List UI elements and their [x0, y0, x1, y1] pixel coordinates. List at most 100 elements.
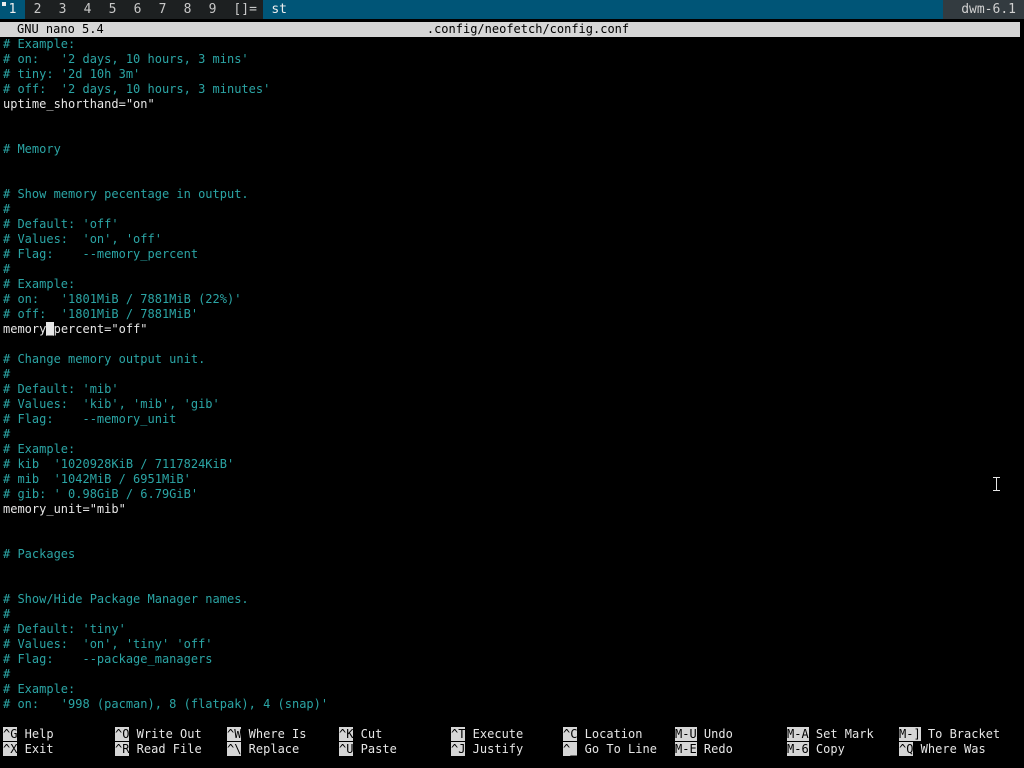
comment-line: # Default: 'mib' — [3, 382, 119, 396]
shortcut-key: ^G — [3, 727, 18, 741]
shortcut-row-1: ^G Help ^O Write Out ^W Where Is ^K Cut ^T E… — [3, 727, 1018, 742]
comment-line: # Change memory output unit. — [3, 352, 206, 366]
shortcut-exit[interactable]: ^X Exit — [3, 742, 54, 757]
shortcut-bar: ^G Help ^O Write Out ^W Where Is ^K Cut ^T E… — [3, 727, 1018, 757]
comment-line: # Values: 'on', 'tiny' 'off' — [3, 637, 213, 651]
tag-8[interactable]: 8 — [175, 0, 200, 19]
shortcut-key: ^X — [3, 742, 18, 756]
shortcut-key: ^C — [563, 727, 578, 741]
tag-2[interactable]: 2 — [25, 0, 50, 19]
shortcut-label: Where Is — [241, 727, 307, 741]
shortcut-redo[interactable]: M-E Redo — [675, 742, 733, 757]
comment-line — [3, 172, 1018, 187]
comment-line: # Example: — [3, 277, 76, 291]
shortcut-label: Redo — [696, 742, 733, 756]
tag-7[interactable]: 7 — [150, 0, 175, 19]
shortcut-label: Cut — [353, 727, 383, 741]
shortcut-undo[interactable]: M-U Undo — [675, 727, 733, 742]
comment-line — [3, 532, 1018, 547]
comment-line — [3, 517, 1018, 532]
shortcut-where-was[interactable]: ^Q Where Was — [899, 742, 986, 757]
comment-line: # Show/Hide Package Manager names. — [3, 592, 249, 606]
shortcut-label: To Bracket — [920, 727, 1001, 741]
comment-line: # kib '1020928KiB / 7117824KiB' — [3, 457, 235, 471]
shortcut-read-file[interactable]: ^R Read File — [115, 742, 202, 757]
shortcut-label: Location — [577, 727, 643, 741]
shortcut-label: Justify — [465, 742, 524, 756]
shortcut-where-is[interactable]: ^W Where Is — [227, 727, 306, 742]
comment-line: # Show memory pecentage in output. — [3, 187, 249, 201]
comment-line: # Flag: --memory_unit — [3, 412, 177, 426]
shortcut-label: Where Was — [913, 742, 986, 756]
shortcut-to-bracket[interactable]: M-] To Bracket — [899, 727, 1000, 742]
tag-6[interactable]: 6 — [125, 0, 150, 19]
shortcut-replace[interactable]: ^\ Replace — [227, 742, 299, 757]
comment-line: # on: '2 days, 10 hours, 3 mins' — [3, 52, 249, 66]
shortcut-key: ^W — [227, 727, 242, 741]
shortcut-label: Exit — [17, 742, 54, 756]
comment-line — [3, 577, 1018, 592]
comment-line: # — [3, 202, 11, 216]
shortcut-label: Go To Line — [577, 742, 657, 756]
shortcut-cut[interactable]: ^K Cut — [339, 727, 382, 742]
shortcut-label: Read File — [129, 742, 202, 756]
shortcut-key: M-] — [899, 727, 921, 741]
shortcut-label: Execute — [465, 727, 524, 741]
comment-line — [3, 157, 1018, 172]
shortcut-label: Set Mark — [808, 727, 874, 741]
comment-line: # mib '1042MiB / 6951MiB' — [3, 472, 191, 486]
comment-line: # Flag: --package_managers — [3, 652, 213, 666]
comment-line — [3, 337, 1018, 352]
comment-line: # Example: — [3, 37, 76, 51]
comment-line: # on: '998 (pacman), 8 (flatpak), 4 (sna… — [3, 697, 329, 711]
dwm-bar: 123456789 []= st dwm-6.1 — [0, 0, 1024, 19]
shortcut-location[interactable]: ^C Location — [563, 727, 642, 742]
shortcut-key: ^\ — [227, 742, 242, 756]
shortcut-key: M-U — [675, 727, 697, 741]
comment-line: # Default: 'tiny' — [3, 622, 126, 636]
shortcut-paste[interactable]: ^U Paste — [339, 742, 397, 757]
comment-line — [3, 562, 1018, 577]
status-text: dwm-6.1 — [943, 0, 1024, 19]
comment-line: # Example: — [3, 442, 76, 456]
text-ibeam-icon — [993, 477, 1000, 491]
tag-9[interactable]: 9 — [200, 0, 225, 19]
shortcut-copy[interactable]: M-6 Copy — [787, 742, 845, 757]
config-line: memory_unit="mib" — [3, 502, 126, 516]
shortcut-write-out[interactable]: ^O Write Out — [115, 727, 202, 742]
shortcut-label: Help — [17, 727, 54, 741]
tag-list: 123456789 — [0, 0, 225, 19]
comment-line: # — [3, 607, 11, 621]
tag-4[interactable]: 4 — [75, 0, 100, 19]
shortcut-set-mark[interactable]: M-A Set Mark — [787, 727, 874, 742]
layout-indicator[interactable]: []= — [225, 0, 263, 19]
comment-line: # off: '2 days, 10 hours, 3 minutes' — [3, 82, 271, 96]
shortcut-help[interactable]: ^G Help — [3, 727, 54, 742]
comment-line: # Values: 'on', 'off' — [3, 232, 162, 246]
shortcut-key: ^J — [451, 742, 466, 756]
tag-1[interactable]: 1 — [0, 0, 25, 19]
comment-line: # Flag: --memory_percent — [3, 247, 199, 261]
shortcut-key: ^R — [115, 742, 130, 756]
shortcut-key: M-A — [787, 727, 809, 741]
editor-area[interactable]: # Example: # on: '2 days, 10 hours, 3 min… — [3, 37, 1018, 720]
shortcut-execute[interactable]: ^T Execute — [451, 727, 523, 742]
comment-line: # on: '1801MiB / 7881MiB (22%)' — [3, 292, 242, 306]
comment-line: # Values: 'kib', 'mib', 'gib' — [3, 397, 220, 411]
shortcut-justify[interactable]: ^J Justify — [451, 742, 523, 757]
comment-line — [3, 112, 1018, 127]
shortcut-label: Paste — [353, 742, 397, 756]
shortcut-go-to-line[interactable]: ^_ Go To Line — [563, 742, 657, 757]
text-cursor: _ — [46, 322, 54, 336]
comment-line: # Memory — [3, 142, 61, 156]
comment-line: # off: '1801MiB / 7881MiB' — [3, 307, 199, 321]
shortcut-row-2: ^X Exit ^R Read File ^\ Replace ^U Paste ^J … — [3, 742, 1018, 757]
tag-5[interactable]: 5 — [100, 0, 125, 19]
comment-line: # Default: 'off' — [3, 217, 119, 231]
file-name: .config/neofetch/config.conf — [426, 22, 630, 36]
comment-line: # gib: ' 0.98GiB / 6.79GiB' — [3, 487, 199, 501]
shortcut-label: Copy — [808, 742, 845, 756]
nano-title-bar: GNU nano 5.4 .config/neofetch/config.con… — [0, 22, 1020, 37]
tag-3[interactable]: 3 — [50, 0, 75, 19]
comment-line — [3, 127, 1018, 142]
